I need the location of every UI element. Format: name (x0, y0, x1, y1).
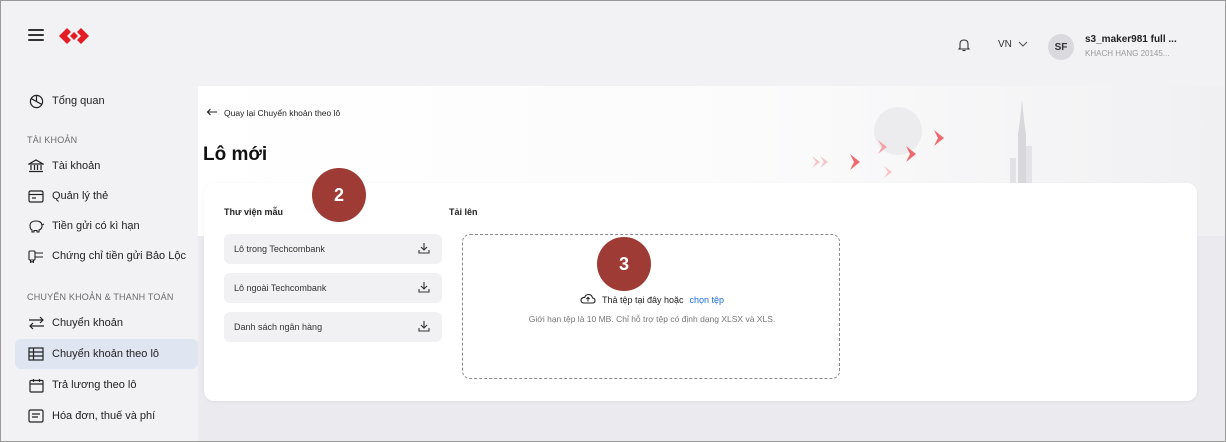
sidebar-top (1, 1, 201, 71)
menu-icon[interactable] (28, 29, 44, 41)
sidebar-item-label: Chuyển khoản theo lô (52, 348, 160, 360)
dropzone-text: Thả tệp tại đây hoặc (601, 294, 684, 305)
main-content: Quay lại Chuyển khoản theo lô Lô mới Thư… (198, 86, 1225, 441)
back-link[interactable]: Quay lại Chuyển khoản theo lô (206, 108, 340, 118)
bell-icon[interactable] (957, 38, 971, 57)
language-label: VN (998, 39, 1012, 50)
transfer-arrows-icon (27, 315, 45, 331)
download-icon[interactable] (418, 320, 430, 334)
sidebar-item-overview[interactable]: Tổng quan (15, 86, 198, 116)
sidebar-section-transfer: CHUYỂN KHOẢN & THANH TOÁN (27, 292, 174, 302)
bill-icon (27, 408, 45, 424)
techcombank-logo (59, 26, 89, 46)
upload-limit-hint: Giới hạn tệp là 10 MB. Chỉ hỗ trợ tệp có… (528, 314, 776, 324)
card-icon (27, 188, 45, 204)
sidebar-item-label: Tổng quan (52, 95, 105, 107)
download-icon[interactable] (418, 281, 430, 295)
bank-icon (27, 158, 45, 174)
sidebar-item-label: Chuyển khoản (52, 317, 123, 329)
sidebar-item-label: Trả lương theo lô (52, 379, 137, 391)
sidebar-item-label: Chứng chỉ tiền gửi Bảo Lộc (52, 250, 186, 262)
step-marker-2: 2 (312, 168, 366, 222)
template-item-label: Lô ngoài Techcombank (234, 283, 327, 293)
piggy-bank-icon (27, 218, 45, 234)
download-icon[interactable] (418, 242, 430, 256)
upload-title: Tải lên (449, 207, 478, 217)
sidebar: Tổng quan TÀI KHOẢN Tài khoản Quản lý th… (1, 1, 201, 441)
avatar[interactable]: SF (1048, 34, 1074, 60)
cloud-upload-icon (580, 293, 596, 306)
page-title: Lô mới (203, 144, 268, 165)
pie-chart-icon (27, 93, 45, 109)
back-link-label: Quay lại Chuyển khoản theo lô (224, 108, 341, 118)
sidebar-item-label: Hóa đơn, thuế và phí (52, 410, 156, 422)
template-item-label: Danh sách ngân hàng (234, 322, 323, 332)
sidebar-item-batch-payroll[interactable]: Trả lương theo lô (15, 370, 198, 400)
user-customer-id: KHACH HANG 20145... (1085, 49, 1170, 58)
sidebar-item-batch-transfer[interactable]: Chuyển khoản theo lô (15, 339, 198, 369)
table-icon (27, 346, 45, 362)
sidebar-item-transfer[interactable]: Chuyển khoản (15, 308, 198, 338)
sidebar-item-label: Tiền gửi có kì hạn (52, 220, 140, 232)
user-name: s3_maker981 full ... (1085, 34, 1177, 45)
template-item-external[interactable]: Lô ngoài Techcombank (224, 273, 442, 303)
calendar-icon (27, 377, 45, 393)
sidebar-item-bills[interactable]: Hóa đơn, thuế và phí (15, 401, 198, 431)
template-item-internal[interactable]: Lô trong Techcombank (224, 234, 442, 264)
language-selector[interactable]: VN (998, 39, 1028, 50)
top-header: VN SF s3_maker981 full ... KHACH HANG 20… (201, 1, 1225, 83)
app-window: Tổng quan TÀI KHOẢN Tài khoản Quản lý th… (0, 0, 1226, 442)
file-dropzone[interactable]: Thả tệp tại đây hoặc chọn tệp Giới hạn t… (462, 234, 840, 379)
user-info[interactable]: s3_maker981 full ... KHACH HANG 20145... (1085, 34, 1195, 58)
arrow-left-icon (206, 108, 218, 118)
sidebar-item-cards[interactable]: Quản lý thẻ (15, 181, 198, 211)
sidebar-item-account[interactable]: Tài khoản (15, 151, 198, 181)
sidebar-item-certificate[interactable]: Chứng chỉ tiền gửi Bảo Lộc (15, 241, 198, 271)
sidebar-section-account: TÀI KHOẢN (27, 135, 78, 145)
template-library-title: Thư viện mẫu (224, 207, 284, 217)
sidebar-item-label: Quản lý thẻ (52, 190, 109, 202)
sidebar-item-term-deposit[interactable]: Tiền gửi có kì hạn (15, 211, 198, 241)
chevron-down-icon (1018, 39, 1028, 50)
choose-file-link[interactable]: chọn tệp (690, 295, 725, 305)
template-item-bank-list[interactable]: Danh sách ngân hàng (224, 312, 442, 342)
template-item-label: Lô trong Techcombank (234, 244, 325, 254)
step-marker-3: 3 (597, 237, 651, 291)
dropzone-prompt: Thả tệp tại đây hoặc chọn tệp (463, 293, 841, 306)
sidebar-item-label: Tài khoản (52, 160, 101, 172)
certificate-icon (27, 248, 45, 264)
